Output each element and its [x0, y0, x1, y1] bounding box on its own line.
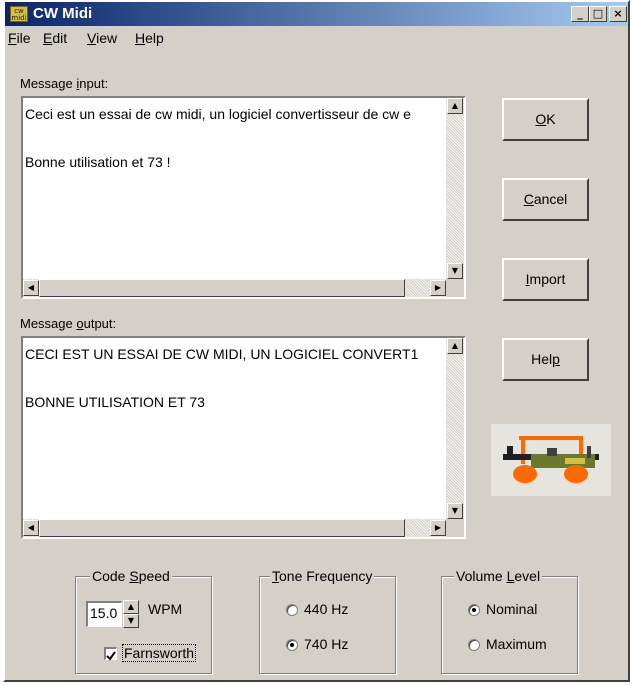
- speed-up-arrow-icon[interactable]: ▲: [123, 600, 139, 614]
- message-output-text: CECI EST UN ESSAI DE CW MIDI, UN LOGICIE…: [25, 346, 419, 410]
- scroll-down-arrow-icon[interactable]: ▼: [447, 503, 463, 519]
- volume-level-title: Volume Level: [454, 568, 543, 584]
- scroll-corner: [446, 519, 464, 537]
- menu-help[interactable]: Help: [135, 30, 164, 46]
- option-nominal-label[interactable]: Nominal: [486, 601, 537, 617]
- option-440hz-label[interactable]: 440 Hz: [304, 601, 348, 617]
- output-vertical-scrollbar[interactable]: ▲ ▼: [446, 338, 464, 519]
- app-window: cw midi CW Midi _ □ × File Edit View Help…: [3, 0, 630, 682]
- menu-bar: File Edit View Help: [5, 27, 628, 49]
- radio-selected-icon: [290, 643, 294, 647]
- ok-button[interactable]: OK: [502, 98, 589, 141]
- speed-unit-label: WPM: [148, 601, 183, 617]
- menu-file[interactable]: File: [8, 30, 31, 46]
- radio-maximum[interactable]: [468, 639, 480, 651]
- option-maximum-label[interactable]: Maximum: [486, 636, 547, 652]
- import-button[interactable]: Import: [502, 258, 589, 301]
- scroll-down-arrow-icon[interactable]: ▼: [447, 263, 463, 279]
- message-input-text[interactable]: Ceci est un essai de cw midi, un logicie…: [25, 102, 442, 174]
- title-bar[interactable]: cw midi CW Midi _ □ ×: [5, 2, 628, 26]
- maximize-button[interactable]: □: [589, 6, 607, 22]
- close-button[interactable]: ×: [609, 6, 627, 22]
- farnsworth-label[interactable]: Farnsworth: [122, 644, 197, 662]
- scroll-up-arrow-icon[interactable]: ▲: [447, 338, 463, 354]
- scroll-right-arrow-icon[interactable]: ▶: [430, 520, 446, 536]
- tone-frequency-group: Tone Frequency 440 Hz 740 Hz: [259, 568, 396, 674]
- output-scroll-thumb[interactable]: [39, 519, 405, 537]
- message-input-field[interactable]: Ceci est un essai de cw midi, un logicie…: [21, 96, 466, 299]
- scroll-right-arrow-icon[interactable]: ▶: [430, 280, 446, 296]
- message-input-label: Message input:: [20, 76, 109, 91]
- menu-view[interactable]: View: [87, 30, 117, 46]
- scroll-up-arrow-icon[interactable]: ▲: [447, 98, 463, 114]
- window-title: CW Midi: [33, 5, 93, 22]
- menu-edit[interactable]: Edit: [43, 30, 67, 46]
- input-scroll-thumb[interactable]: [39, 279, 405, 297]
- radio-nominal[interactable]: [468, 604, 480, 616]
- tone-frequency-title: Tone Frequency: [270, 568, 375, 584]
- radio-740hz[interactable]: [286, 639, 298, 651]
- help-button[interactable]: Help: [502, 338, 589, 381]
- telegraph-key-icon: [491, 424, 611, 496]
- code-speed-title: Code Speed: [90, 568, 172, 584]
- farnsworth-checkbox[interactable]: [104, 647, 117, 661]
- input-horizontal-scrollbar[interactable]: ◀ ▶: [23, 279, 446, 297]
- minimize-button[interactable]: _: [571, 6, 589, 22]
- scroll-corner: [446, 279, 464, 297]
- input-vertical-scrollbar[interactable]: ▲ ▼: [446, 98, 464, 279]
- message-output-label: Message output:: [20, 316, 117, 331]
- scroll-left-arrow-icon[interactable]: ◀: [23, 280, 39, 296]
- speed-down-arrow-icon[interactable]: ▼: [123, 614, 139, 628]
- checkmark-icon: [106, 651, 116, 661]
- cancel-button[interactable]: Cancel: [502, 178, 589, 221]
- code-speed-group: Code Speed 15.0 ▲ ▼ WPM Farnsworth: [75, 568, 212, 674]
- message-output-field[interactable]: CECI EST UN ESSAI DE CW MIDI, UN LOGICIE…: [21, 336, 466, 539]
- speed-input[interactable]: 15.0: [86, 601, 122, 627]
- app-icon[interactable]: cw midi: [10, 6, 28, 22]
- volume-level-group: Volume Level Nominal Maximum: [441, 568, 578, 674]
- radio-440hz[interactable]: [286, 604, 298, 616]
- output-horizontal-scrollbar[interactable]: ◀ ▶: [23, 519, 446, 537]
- option-740hz-label[interactable]: 740 Hz: [304, 636, 348, 652]
- scroll-left-arrow-icon[interactable]: ◀: [23, 520, 39, 536]
- radio-selected-icon: [472, 608, 476, 612]
